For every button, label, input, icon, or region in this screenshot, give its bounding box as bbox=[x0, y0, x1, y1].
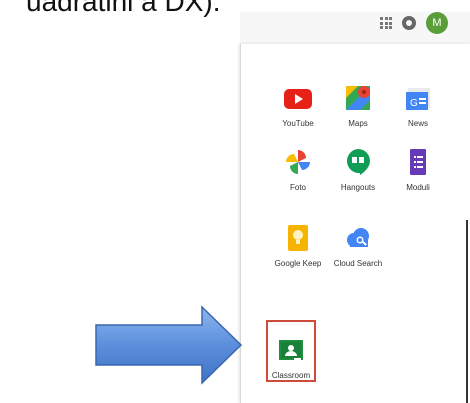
notifications-icon[interactable] bbox=[402, 16, 416, 30]
app-label: Moduli bbox=[406, 183, 430, 192]
app-forms[interactable]: Moduli bbox=[386, 146, 450, 192]
caption-text: uadratini a DX). bbox=[26, 0, 221, 17]
app-label: Maps bbox=[348, 119, 368, 128]
svg-text:G: G bbox=[410, 98, 418, 109]
app-label: Cloud Search bbox=[333, 259, 383, 268]
forms-icon bbox=[402, 146, 434, 178]
pointer-arrow-icon bbox=[95, 305, 243, 385]
avatar[interactable]: M bbox=[426, 12, 448, 34]
app-news[interactable]: G News bbox=[386, 82, 450, 128]
scrollbar[interactable] bbox=[466, 220, 468, 403]
apps-grid-icon[interactable] bbox=[380, 17, 392, 29]
app-label: News bbox=[407, 119, 428, 128]
news-icon: G bbox=[402, 82, 434, 114]
app-label: Hangouts bbox=[340, 183, 376, 192]
youtube-icon bbox=[282, 82, 314, 114]
app-keep[interactable]: Google Keep bbox=[266, 222, 330, 268]
app-label: Google Keep bbox=[274, 259, 322, 268]
cloud-search-icon bbox=[342, 222, 374, 254]
keep-icon bbox=[282, 222, 314, 254]
app-maps[interactable]: Maps bbox=[326, 82, 390, 128]
app-label: Foto bbox=[289, 183, 306, 192]
app-label: YouTube bbox=[282, 119, 314, 128]
app-youtube[interactable]: YouTube bbox=[266, 82, 330, 128]
maps-icon bbox=[342, 82, 374, 114]
app-hangouts[interactable]: Hangouts bbox=[326, 146, 390, 192]
photos-icon bbox=[282, 146, 314, 178]
classroom-highlight-box bbox=[266, 320, 316, 382]
app-cloud-search[interactable]: Cloud Search bbox=[326, 222, 390, 268]
app-photos[interactable]: Foto bbox=[266, 146, 330, 192]
hangouts-icon bbox=[342, 146, 374, 178]
